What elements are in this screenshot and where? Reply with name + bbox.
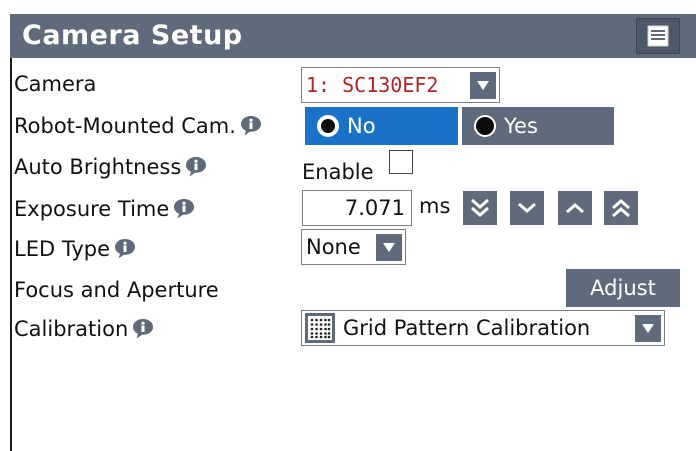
chevron-down-icon [470, 72, 496, 99]
auto-brightness-label-text: Auto Brightness [14, 155, 182, 179]
chevron-down-icon [635, 315, 661, 342]
enable-label: Enable [302, 160, 374, 184]
robot-mounted-yes-option[interactable]: Yes [462, 107, 614, 145]
robot-mounted-yes-label: Yes [504, 114, 538, 138]
panel-menu-button[interactable] [636, 18, 680, 54]
camera-label: Camera [14, 72, 96, 96]
info-icon[interactable] [114, 238, 136, 260]
exposure-time-label: Exposure Time [14, 197, 195, 221]
chevron-down-icon [518, 202, 536, 213]
auto-brightness-label: Auto Brightness [14, 155, 207, 179]
led-type-select-value: None [306, 235, 361, 259]
decrease-button[interactable] [510, 191, 544, 225]
double-chevron-up-icon [612, 199, 630, 218]
increase-large-button[interactable] [604, 191, 638, 225]
radio-unselected-icon [474, 115, 496, 137]
focus-aperture-label: Focus and Aperture [14, 278, 219, 302]
robot-mounted-no-label: No [347, 114, 376, 138]
auto-brightness-checkbox[interactable] [389, 150, 413, 174]
menu-icon [647, 25, 669, 47]
exposure-time-label-text: Exposure Time [14, 197, 170, 221]
camera-label-text: Camera [14, 72, 97, 96]
exposure-time-input[interactable]: 7.071 [302, 190, 412, 226]
info-icon[interactable] [240, 115, 262, 137]
chevron-down-icon [376, 234, 402, 261]
panel-left-border [10, 58, 12, 451]
camera-setup-panel: Camera Setup Camera 1: SC130EF2 Robot-Mo… [0, 0, 696, 451]
exposure-unit: ms [419, 194, 451, 218]
info-icon[interactable] [132, 318, 154, 340]
calibration-select-value: Grid Pattern Calibration [343, 316, 591, 340]
focus-aperture-label-text: Focus and Aperture [14, 278, 219, 302]
calibration-label: Calibration [14, 317, 154, 341]
adjust-button[interactable]: Adjust [566, 269, 680, 307]
led-type-label-text: LED Type [14, 237, 111, 261]
info-icon[interactable] [173, 198, 195, 220]
info-icon[interactable] [185, 156, 207, 178]
calibration-select[interactable]: Grid Pattern Calibration [301, 310, 665, 346]
calibration-label-text: Calibration [14, 317, 129, 341]
enable-label-text: Enable [302, 160, 374, 184]
panel-header: Camera Setup [10, 14, 696, 58]
led-type-label: LED Type [14, 237, 136, 261]
decrease-large-button[interactable] [463, 191, 497, 225]
grid-pattern-icon [305, 313, 335, 343]
chevron-up-icon [566, 203, 584, 214]
robot-mounted-label-text: Robot-Mounted Cam. [14, 114, 236, 138]
camera-select[interactable]: 1: SC130EF2 [301, 67, 500, 103]
increase-button[interactable] [558, 191, 592, 225]
double-chevron-down-icon [471, 198, 489, 217]
robot-mounted-label: Robot-Mounted Cam. [14, 114, 262, 138]
panel-title: Camera Setup [22, 20, 243, 51]
camera-select-value: 1: SC130EF2 [306, 73, 439, 97]
led-type-select[interactable]: None [301, 229, 406, 265]
radio-selected-icon [317, 115, 339, 137]
robot-mounted-no-option[interactable]: No [305, 107, 458, 145]
